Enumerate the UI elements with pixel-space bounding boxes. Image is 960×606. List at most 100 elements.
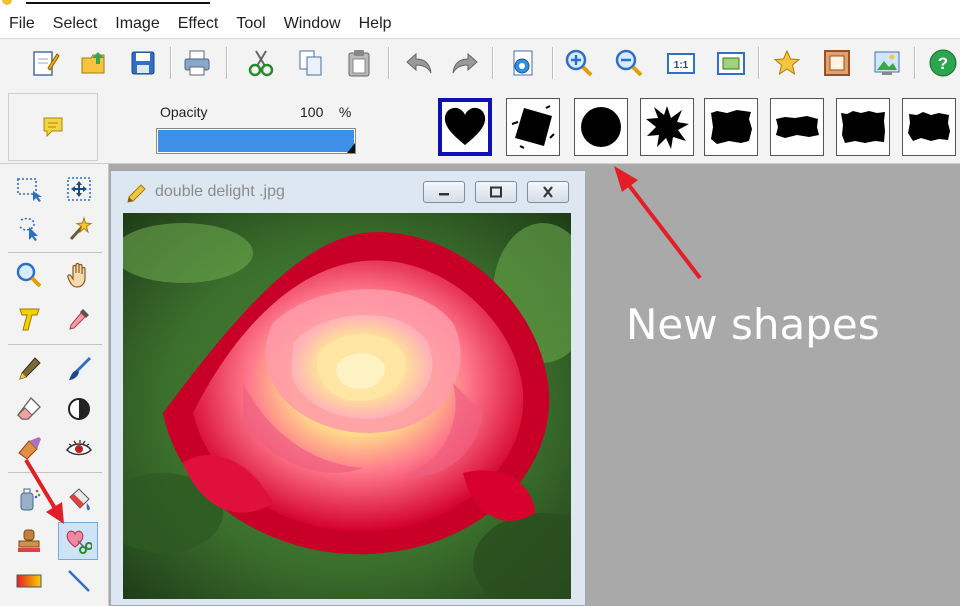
help-button[interactable]: ? (926, 46, 960, 80)
actual-size-button[interactable]: 1:1 (664, 46, 698, 80)
minimize-icon (439, 193, 449, 196)
rough-rectangle-3-shape-icon (841, 111, 885, 143)
open-button[interactable] (78, 46, 112, 80)
rough-rectangle-2-shape-icon (776, 116, 819, 138)
document-titlebar[interactable]: double delight .jpg (111, 171, 585, 211)
menu-effect[interactable]: Effect (169, 11, 228, 37)
shape-rough-rectangle-3[interactable] (836, 98, 890, 156)
rect-select-tool[interactable] (12, 172, 46, 206)
shape-starburst[interactable] (640, 98, 694, 156)
brush-icon (69, 356, 92, 380)
star-icon (773, 49, 801, 76)
help-icon: ? (929, 49, 957, 77)
zoom-in-icon (565, 49, 593, 77)
menu-file[interactable]: File (0, 11, 44, 37)
menu-select[interactable]: Select (44, 11, 106, 37)
text-tool[interactable] (12, 302, 46, 336)
minimize-button[interactable] (423, 181, 465, 203)
zoom-out-button[interactable] (612, 46, 646, 80)
document-window: double delight .jpg (110, 170, 586, 606)
stamp-tool[interactable] (12, 524, 46, 558)
eraser-tool[interactable] (12, 392, 46, 426)
shape-rough-rectangle-4[interactable] (902, 98, 956, 156)
eye-icon (66, 440, 92, 456)
frame-icon (824, 50, 850, 76)
save-button[interactable] (126, 46, 160, 80)
gradient-icon (16, 574, 42, 588)
opacity-unit: % (338, 104, 352, 120)
rose-image (123, 213, 571, 599)
clone-tool[interactable] (12, 432, 46, 466)
copy-button[interactable] (294, 46, 328, 80)
heart-scissors-icon (66, 530, 92, 554)
menu-help[interactable]: Help (350, 11, 401, 37)
fit-window-icon (717, 52, 745, 75)
fit-window-button[interactable] (714, 46, 748, 80)
shape-circle[interactable] (574, 98, 628, 156)
gradient-tool[interactable] (12, 564, 46, 598)
print-button[interactable] (180, 46, 214, 80)
zoom-out-icon (615, 49, 643, 77)
tool-tip-panel (8, 93, 98, 161)
magic-wand-tool[interactable] (62, 212, 96, 246)
shape-heart[interactable] (438, 98, 492, 156)
zoom-in-button[interactable] (562, 46, 596, 80)
toolbox-separator (8, 252, 102, 253)
opacity-slider-handle[interactable] (347, 143, 355, 153)
maximize-button[interactable] (475, 181, 517, 203)
shape-rough-rectangle-1[interactable] (704, 98, 758, 156)
effect-icon (513, 50, 533, 76)
close-icon (543, 186, 553, 198)
clone-icon (18, 437, 41, 460)
actual-size-label: 1:1 (674, 60, 689, 71)
new-button[interactable] (28, 46, 62, 80)
close-button[interactable] (527, 181, 569, 203)
hand-icon (67, 262, 86, 288)
menu-window[interactable]: Window (275, 11, 350, 37)
stamp-icon (18, 529, 40, 552)
paint-bucket-tool[interactable] (62, 482, 96, 516)
zoom-tool[interactable] (12, 258, 46, 292)
shape-tilted-square[interactable] (506, 98, 560, 156)
redo-icon (452, 52, 478, 74)
menu-tool[interactable]: Tool (227, 11, 274, 37)
pencil-tool[interactable] (12, 352, 46, 386)
photo-button[interactable] (870, 46, 904, 80)
redo-button[interactable] (448, 46, 482, 80)
heart-shape-icon (444, 107, 486, 145)
speech-bubble-icon (43, 117, 63, 138)
opacity-slider[interactable] (156, 128, 356, 154)
lasso-tool[interactable] (12, 212, 46, 246)
magic-wand-icon (69, 216, 93, 241)
color-picker-tool[interactable] (62, 302, 96, 336)
line-icon (68, 570, 90, 592)
bucket-fill-tool[interactable] (12, 482, 46, 516)
actual-size-icon: 1:1 (667, 53, 695, 74)
undo-button[interactable] (402, 46, 436, 80)
circle-shape-icon (581, 107, 621, 147)
shape-cutout-tool[interactable] (58, 522, 98, 560)
paste-button[interactable] (342, 46, 376, 80)
title-underline (26, 2, 210, 4)
line-tool[interactable] (62, 564, 96, 598)
opacity-label: Opacity (160, 104, 208, 120)
red-eye-tool[interactable] (62, 432, 96, 466)
menu-image[interactable]: Image (106, 11, 168, 37)
brush-tool[interactable] (62, 352, 96, 386)
pencil-icon (127, 184, 146, 203)
pen-icon (19, 357, 41, 380)
favorites-button[interactable] (770, 46, 804, 80)
toolbar-separator (758, 47, 760, 79)
hand-tool[interactable] (62, 258, 96, 292)
shape-rough-rectangle-2[interactable] (770, 98, 824, 156)
open-icon (81, 52, 105, 74)
move-tool[interactable] (62, 172, 96, 206)
photo-icon (874, 51, 900, 75)
rose-photo (123, 213, 571, 599)
toolbar-separator (492, 47, 494, 79)
contrast-tool[interactable] (62, 392, 96, 426)
effect-button[interactable] (506, 46, 540, 80)
cut-button[interactable] (244, 46, 278, 80)
frame-button[interactable] (820, 46, 854, 80)
toolbox-separator (8, 344, 102, 345)
